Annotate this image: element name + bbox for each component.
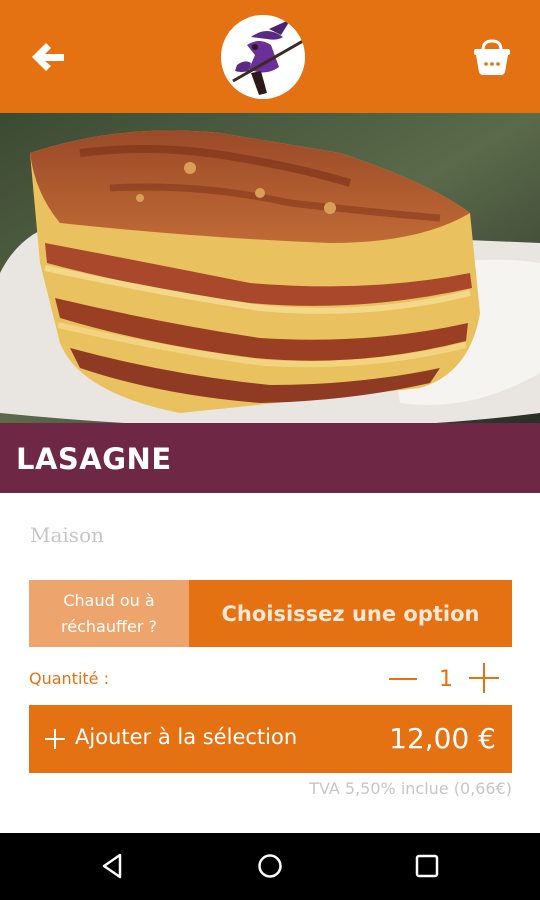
plus-icon <box>45 729 65 749</box>
top-app-bar <box>0 0 540 113</box>
tax-note: TVA 5,50% inclue (0,66€) <box>309 779 512 798</box>
system-recents-button[interactable] <box>412 851 442 881</box>
quantity-value: 1 <box>439 667 453 692</box>
system-navigation-bar <box>0 833 540 900</box>
product-title-band: LASAGNE <box>0 423 540 493</box>
add-to-selection-button[interactable]: Ajouter à la sélection 12,00 € <box>29 705 512 773</box>
restaurant-logo <box>221 15 305 99</box>
triangle-back-icon <box>102 853 122 879</box>
system-home-button[interactable] <box>255 851 285 881</box>
lasagne-photo <box>0 113 540 423</box>
option-dropdown[interactable]: Choisissez une option <box>189 580 512 647</box>
product-subtitle: Maison <box>30 523 104 547</box>
product-title: LASAGNE <box>16 442 172 476</box>
plus-icon <box>469 663 499 693</box>
back-button[interactable] <box>26 36 70 80</box>
basket-icon <box>474 39 510 75</box>
witch-on-broom-logo <box>221 15 305 99</box>
quantity-decrease-button[interactable] <box>388 665 418 693</box>
circle-home-icon <box>258 854 282 878</box>
square-recents-icon <box>415 854 439 878</box>
product-image <box>0 113 540 423</box>
quantity-label: Quantité : <box>29 669 109 688</box>
minus-icon <box>389 678 417 680</box>
system-back-button[interactable] <box>98 851 128 881</box>
option-label: Chaud ou à réchauffer ? <box>29 580 189 647</box>
arrow-left-icon <box>32 43 64 71</box>
basket-button[interactable] <box>470 38 514 78</box>
option-selector: Chaud ou à réchauffer ? Choisissez une o… <box>29 580 512 647</box>
product-price: 12,00 € <box>389 722 496 755</box>
add-to-selection-label: Ajouter à la sélection <box>75 725 298 749</box>
quantity-increase-button[interactable] <box>468 662 500 694</box>
